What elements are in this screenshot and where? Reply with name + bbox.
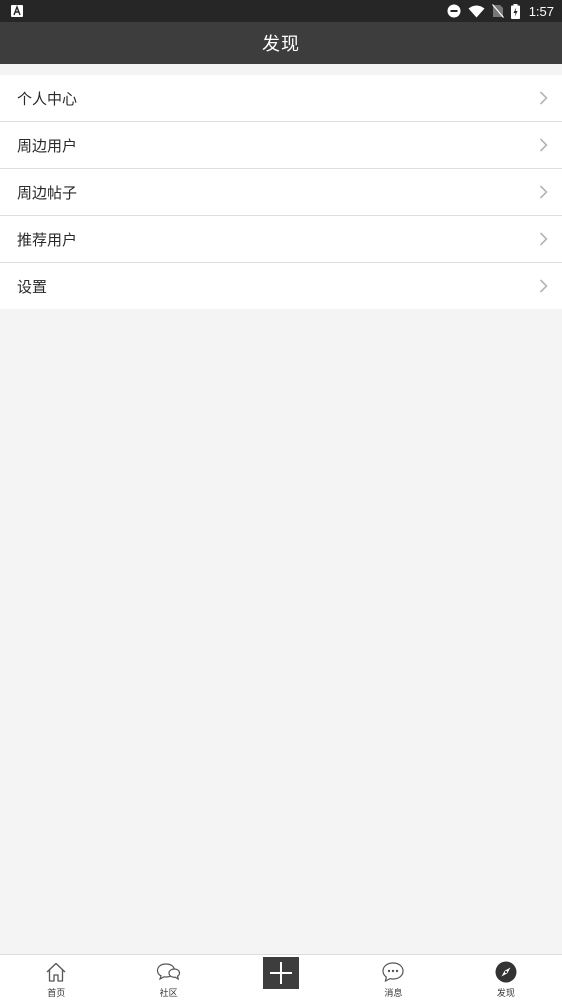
tab-discover[interactable]: 发现 <box>450 955 562 1000</box>
chevron-right-icon <box>539 185 548 199</box>
home-icon <box>45 960 67 984</box>
message-icon <box>381 960 405 984</box>
wifi-icon <box>468 5 485 18</box>
tab-home[interactable]: 首页 <box>0 955 112 1000</box>
chevron-right-icon <box>539 91 548 105</box>
menu-item-personal-center[interactable]: 个人中心 <box>0 75 562 122</box>
menu-item-label: 推荐用户 <box>17 230 78 249</box>
compass-icon <box>495 960 517 984</box>
status-time: 1:57 <box>528 3 554 19</box>
no-sim-icon <box>491 4 504 18</box>
tab-community[interactable]: 社区 <box>112 955 224 1000</box>
plus-icon <box>263 957 300 989</box>
tab-label: 社区 <box>159 989 178 999</box>
menu-item-settings[interactable]: 设置 <box>0 263 562 309</box>
status-bar: 1:57 <box>0 0 562 22</box>
menu-item-nearby-users[interactable]: 周边用户 <box>0 122 562 169</box>
menu-item-label: 周边帖子 <box>17 183 78 202</box>
bottom-tab-bar: 首页 社区 消息 发现 <box>0 954 562 1000</box>
menu-item-label: 周边用户 <box>17 136 78 155</box>
tab-label: 发现 <box>496 989 515 999</box>
battery-charging-icon <box>510 3 520 19</box>
discover-menu-list: 个人中心 周边用户 周边帖子 推荐用户 设置 <box>0 75 562 309</box>
tab-messages[interactable]: 消息 <box>337 955 449 1000</box>
status-icons: 1:57 <box>447 0 554 22</box>
app-a-icon <box>11 5 23 17</box>
chevron-right-icon <box>539 138 548 152</box>
page-title: 发现 <box>262 34 300 55</box>
tab-label: 消息 <box>384 989 403 999</box>
menu-item-recommended-users[interactable]: 推荐用户 <box>0 216 562 263</box>
menu-item-label: 设置 <box>17 277 48 296</box>
menu-item-label: 个人中心 <box>17 89 78 108</box>
menu-item-nearby-posts[interactable]: 周边帖子 <box>0 169 562 216</box>
top-header: 发现 <box>0 22 562 64</box>
chevron-right-icon <box>539 232 548 246</box>
tab-label: 首页 <box>47 989 66 999</box>
tab-add-post[interactable] <box>225 955 337 1000</box>
do-not-disturb-icon <box>447 4 461 18</box>
chevron-right-icon <box>539 279 548 293</box>
community-chat-icon <box>156 960 181 984</box>
